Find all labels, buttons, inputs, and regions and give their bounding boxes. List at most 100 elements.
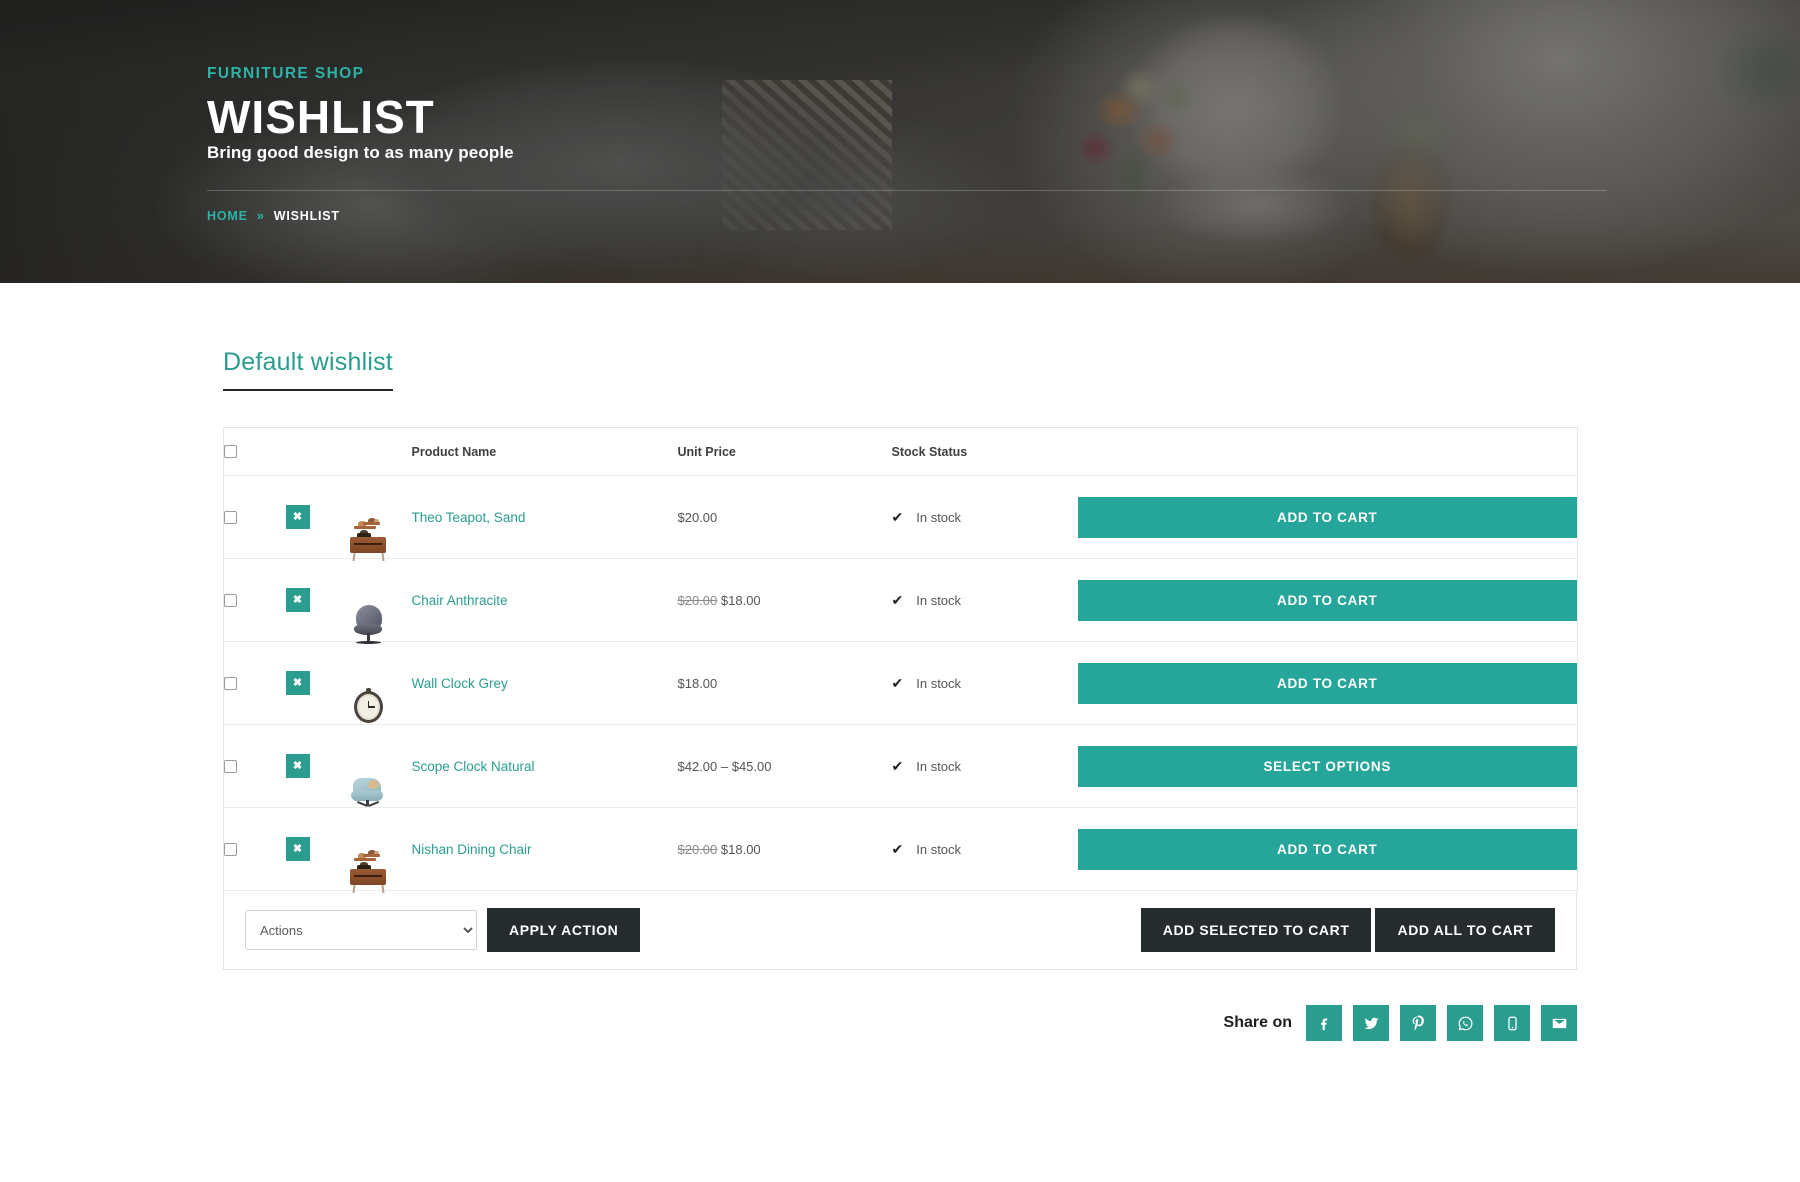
row-name-cell: Scope Clock Natural (411, 724, 678, 808)
pinterest-share-button[interactable] (1400, 1005, 1436, 1041)
product-price: $18.00 (720, 841, 761, 857)
remove-item-button[interactable]: ✖ (285, 588, 310, 612)
select-options-button[interactable]: SELECT OPTIONS (1077, 745, 1577, 787)
page-title: WISHLIST (207, 91, 435, 143)
breadcrumb: HOME » WISHLIST (207, 208, 340, 223)
product-name-link[interactable]: Nishan Dining Chair (412, 842, 532, 857)
row-name-cell: Nishan Dining Chair (411, 807, 678, 891)
row-name-cell: Chair Anthracite (411, 558, 678, 642)
row-thumbnail-cell (343, 558, 412, 644)
whatsapp-share-button[interactable] (1447, 1005, 1483, 1041)
row-action-cell: SELECT OPTIONS (1077, 724, 1578, 808)
row-remove-cell: ✖ (285, 807, 344, 891)
facebook-share-button[interactable] (1306, 1005, 1342, 1041)
row-name-cell: Wall Clock Grey (411, 641, 678, 725)
wishlist-action-bar: Actions APPLY ACTION ADD SELECTED TO CAR… (223, 891, 1577, 970)
check-icon: ✔ (891, 758, 904, 774)
stock-status-label: In stock (916, 509, 962, 525)
product-name-link[interactable]: Chair Anthracite (412, 593, 508, 608)
row-remove-cell: ✖ (285, 558, 344, 642)
row-price-cell: $18.00 (677, 641, 892, 725)
add-to-cart-button[interactable]: ADD TO CART (1077, 662, 1577, 704)
row-select-cell (223, 724, 286, 808)
header-remove (285, 427, 344, 476)
product-name-link[interactable]: Wall Clock Grey (412, 676, 508, 691)
row-stock-cell: ✔ In stock (891, 641, 1078, 725)
remove-item-button[interactable]: ✖ (285, 671, 310, 695)
header-product-name: Product Name (411, 427, 678, 476)
add-to-cart-button[interactable]: ADD TO CART (1077, 496, 1577, 538)
table-body: ✖ Theo Teapot, Sand $20.00 ✔ In stock AD… (223, 475, 1578, 894)
row-select-cell (223, 475, 286, 559)
share-bar: Share on (223, 1005, 1577, 1041)
whatsapp-icon (1457, 1015, 1474, 1032)
breadcrumb-separator-icon: » (256, 208, 265, 223)
stock-status-label: In stock (916, 675, 962, 691)
add-selected-to-cart-button[interactable]: ADD SELECTED TO CART (1140, 908, 1372, 952)
table-header: Product Name Unit Price Stock Status (223, 427, 1578, 476)
header-select-all (223, 427, 286, 476)
row-action-cell: ADD TO CART (1077, 641, 1578, 725)
pinterest-icon (1410, 1015, 1426, 1031)
row-select-cell (223, 558, 286, 642)
row-remove-cell: ✖ (285, 724, 344, 808)
page-body: Default wishlist Product Name Unit Price… (0, 283, 1800, 1041)
row-action-cell: ADD TO CART (1077, 558, 1578, 642)
row-thumbnail-cell (343, 475, 412, 562)
apply-action-button[interactable]: APPLY ACTION (487, 908, 641, 952)
breadcrumb-home-link[interactable]: HOME (207, 209, 248, 223)
hero-banner: FURNITURE SHOP WISHLIST Bring good desig… (0, 0, 1800, 283)
add-all-to-cart-button[interactable]: ADD ALL TO CART (1375, 908, 1555, 952)
header-thumbnail (343, 427, 412, 476)
header-stock-status: Stock Status (891, 427, 1078, 476)
remove-item-button[interactable]: ✖ (285, 505, 310, 529)
check-icon: ✔ (891, 592, 904, 608)
check-icon: ✔ (891, 675, 904, 691)
bulk-actions-select[interactable]: Actions (245, 910, 477, 950)
header-action (1077, 427, 1578, 476)
row-checkbox[interactable] (224, 676, 237, 690)
row-price-cell: $20.00 $18.00 (677, 807, 892, 891)
row-checkbox[interactable] (224, 842, 237, 856)
row-checkbox[interactable] (224, 593, 237, 607)
select-all-checkbox[interactable] (224, 445, 237, 458)
product-name-link[interactable]: Theo Teapot, Sand (412, 510, 526, 525)
messenger-share-button[interactable] (1494, 1005, 1530, 1041)
wishlist-title: Default wishlist (223, 348, 393, 391)
row-select-cell (223, 807, 286, 891)
twitter-share-button[interactable] (1353, 1005, 1389, 1041)
email-share-button[interactable] (1541, 1005, 1577, 1041)
check-icon: ✔ (891, 841, 904, 857)
add-to-cart-button[interactable]: ADD TO CART (1077, 579, 1577, 621)
row-price-cell: $20.00 (677, 475, 892, 559)
table-row: ✖ Theo Teapot, Sand $20.00 ✔ In stock AD… (223, 475, 1578, 562)
row-stock-cell: ✔ In stock (891, 558, 1078, 642)
hero-content: FURNITURE SHOP WISHLIST Bring good desig… (207, 0, 1607, 283)
row-name-cell: Theo Teapot, Sand (411, 475, 678, 559)
facebook-icon (1316, 1015, 1332, 1031)
content-container: Default wishlist Product Name Unit Price… (223, 283, 1578, 970)
product-name-link[interactable]: Scope Clock Natural (412, 759, 535, 774)
row-thumbnail-cell (343, 724, 412, 808)
row-checkbox[interactable] (224, 759, 237, 773)
row-price-cell: $20.00 $18.00 (677, 558, 892, 642)
row-stock-cell: ✔ In stock (891, 724, 1078, 808)
page-subtitle: Bring good design to as many people (207, 143, 514, 162)
product-price: $20.00 (677, 509, 718, 525)
row-thumbnail-cell (343, 641, 412, 725)
action-bar-right-group: ADD SELECTED TO CART ADD ALL TO CART (1140, 908, 1555, 952)
product-price: $42.00 – $45.00 (677, 758, 772, 774)
row-checkbox[interactable] (224, 510, 237, 524)
table-row: ✖ Chair Anthracite $20.00 $18.00 ✔ In st… (223, 558, 1578, 644)
remove-item-button[interactable]: ✖ (285, 754, 310, 778)
product-price-original: $20.00 (677, 841, 718, 857)
row-action-cell: ADD TO CART (1077, 807, 1578, 891)
header-unit-price: Unit Price (677, 427, 892, 476)
remove-item-button[interactable]: ✖ (285, 837, 310, 861)
add-to-cart-button[interactable]: ADD TO CART (1077, 828, 1577, 870)
breadcrumb-current: WISHLIST (273, 208, 340, 223)
row-remove-cell: ✖ (285, 475, 344, 559)
row-stock-cell: ✔ In stock (891, 807, 1078, 891)
twitter-icon (1363, 1015, 1380, 1032)
row-stock-cell: ✔ In stock (891, 475, 1078, 559)
